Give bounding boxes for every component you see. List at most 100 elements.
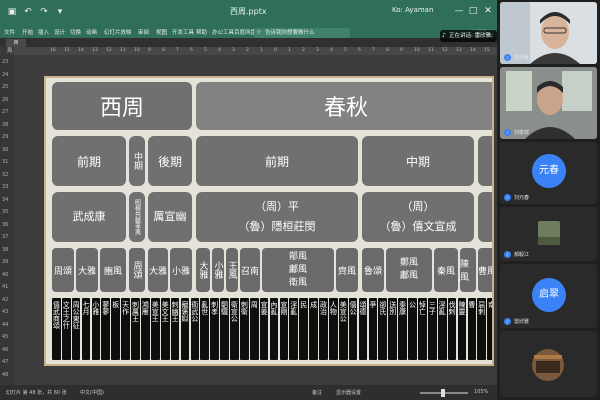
account-name[interactable]: Ko: Ayaman (392, 6, 433, 14)
poem-title: 政治 (319, 298, 328, 360)
poem-title: 公 (408, 298, 417, 360)
slide-number[interactable]: 38 (2, 247, 8, 253)
slide-number[interactable]: 33 (2, 184, 8, 190)
slide-number[interactable]: 37 (2, 234, 8, 240)
participant-tile-4[interactable]: ♪ 郝毅江 (500, 207, 597, 261)
ribbon-tab[interactable]: 开发工具 (172, 28, 194, 38)
period-late: 後期 (148, 136, 192, 186)
slide-number[interactable]: 35 (2, 209, 8, 215)
ruler-tick-label: 5 (204, 48, 207, 53)
participant-tile-3[interactable]: 元春 ♪ 刘元春 (500, 142, 597, 204)
close-icon[interactable]: ✕ (481, 4, 495, 18)
slide-number[interactable]: 48 (2, 372, 8, 378)
participant-name: 雷欣雅 (514, 55, 530, 61)
mic-icon: ♪ (504, 194, 511, 201)
minimize-icon[interactable]: — (452, 4, 466, 18)
slide-number[interactable]: 42 (2, 297, 8, 303)
ribbon-tab[interactable]: 插入 (38, 28, 49, 38)
ruler-tick-label: 1 (260, 48, 263, 53)
maximize-icon[interactable]: □ (466, 4, 480, 18)
poem-title: 悼亡 (418, 298, 427, 360)
ribbon-tab[interactable]: 动画 (86, 28, 97, 38)
slide-number[interactable]: 30 (2, 147, 8, 153)
ribbon-tab[interactable]: 审阅 (138, 28, 149, 38)
poem-title: 送別 (388, 298, 398, 360)
slide-number[interactable]: 28 (2, 122, 8, 128)
ruler-tick-label: 4 (218, 48, 221, 53)
slide-number[interactable]: 43 (2, 309, 8, 315)
slide-number[interactable]: 44 (2, 322, 8, 328)
ruler-tick-label: 8 (386, 48, 389, 53)
kings-edge (478, 192, 492, 242)
slide-number[interactable]: 26 (2, 97, 8, 103)
slide-number[interactable]: 23 (2, 59, 8, 65)
slide-number[interactable]: 41 (2, 284, 8, 290)
speaking-indicator: ♪ 正在讲话: 雷欣雅; (440, 30, 497, 42)
participant-tile-6[interactable] (500, 331, 597, 397)
slide-number[interactable]: 40 (2, 272, 8, 278)
display-settings-button[interactable]: 显示器设置 (336, 389, 361, 396)
ribbon-tab[interactable]: 文件 (4, 28, 15, 38)
poem-title: 美宣王 (150, 298, 160, 360)
ruler-tick-label: 3 (232, 48, 235, 53)
slide-number[interactable]: 24 (2, 72, 8, 78)
slide-number[interactable]: 27 (2, 109, 8, 115)
poem-category: 魯頌 (362, 248, 384, 292)
customize-icon[interactable]: ▾ (54, 6, 66, 18)
slide-number[interactable]: 47 (2, 359, 8, 365)
slide-number[interactable]: 32 (2, 172, 8, 178)
slide-number[interactable]: 36 (2, 222, 8, 228)
slide-counter: 幻灯片 第 48 张，共 60 张 (6, 390, 67, 396)
slide-number[interactable]: 39 (2, 259, 8, 265)
ribbon-tab[interactable]: 百度网盘 (234, 28, 256, 38)
tell-me-search[interactable]: ☼ 告诉我你想要做什么 (254, 28, 350, 38)
participant-tile-2[interactable]: ♪ 刘俊祥 (500, 67, 597, 139)
slide-number[interactable]: 46 (2, 347, 8, 353)
ribbon-tab[interactable]: 幻灯片放映 (104, 28, 132, 38)
ribbon-tab[interactable]: 切换 (70, 28, 81, 38)
notes-button[interactable]: 备注 (312, 389, 322, 396)
zoom-slider-thumb[interactable] (441, 389, 445, 397)
participant-tile-5[interactable]: 启翠 ♪ 雷欣雅 (500, 264, 597, 328)
poem-title: 駟驖 (220, 298, 229, 360)
mic-icon: ♪ (504, 129, 511, 136)
poem-title: 爭 (368, 298, 378, 360)
ruler-tick-label: 6 (190, 48, 193, 53)
ribbon-tab[interactable]: 开始 (22, 28, 33, 38)
kings-zhao-mu: 昭穆共懿孝夷 (129, 192, 145, 242)
slide[interactable]: 西周 春秋 前期 中期 後期 前期 中期 武成康 昭穆共懿孝夷 厲宣幽 （周）平… (44, 76, 494, 366)
slide-number[interactable]: 25 (2, 84, 8, 90)
poem-title: 人物 (329, 298, 338, 360)
poem-title: 僖公 (348, 298, 358, 360)
redo-icon[interactable]: ↷ (38, 6, 50, 18)
slide-number[interactable]: 31 (2, 159, 8, 165)
ribbon-tab[interactable]: 视图 (156, 28, 167, 38)
ribbon-tab[interactable]: 办公工具 (212, 28, 234, 38)
zoom-level[interactable]: 105% (474, 389, 488, 395)
poem-category: 鄁風 鄘風 衛風 (262, 248, 334, 292)
undo-icon[interactable]: ↶ (22, 6, 34, 18)
poem-title: 內亂 (269, 298, 279, 360)
ribbon-tab[interactable]: 帮助 (196, 28, 207, 38)
ruler-tick-label: 3 (316, 48, 319, 53)
poem-category: 小雅 (212, 248, 224, 292)
save-icon[interactable]: ▣ (6, 6, 18, 18)
slide-number[interactable]: 29 (2, 134, 8, 140)
ruler-tick-label: 14 (470, 48, 476, 53)
poem-title: 寵褒姒 (180, 298, 190, 360)
language-indicator[interactable]: 中文(中国) (80, 389, 104, 396)
ruler-tick-label: 14 (78, 48, 84, 53)
king-line-1: （周） (401, 200, 435, 213)
slide-number[interactable]: 34 (2, 197, 8, 203)
presentation-app: ▣ ↶ ↷ ▾ 西周.pptx Ko: Ayaman — □ ✕ 文件 开始 插入设… (0, 0, 497, 400)
poem-title: 刺孝 (210, 298, 219, 360)
slide-number[interactable]: 45 (2, 334, 8, 340)
participant-tile-1[interactable]: ♪ 雷欣雅 (500, 2, 597, 64)
ribbon-tab[interactable]: 设计 (54, 28, 65, 38)
poem-category: 大雅 (148, 248, 168, 292)
poem-title: 文王之什 (61, 298, 71, 360)
slide-thumbnail-strip[interactable]: 23 24 25 26 27 28 29 30 31 32 33 34 35 36 37 38 39 40 41 42… (0, 55, 14, 385)
poem-title: 南 (487, 298, 492, 360)
ruler-tick-label: 13 (92, 48, 98, 53)
document-tab[interactable]: 西周.pptx (6, 39, 26, 54)
